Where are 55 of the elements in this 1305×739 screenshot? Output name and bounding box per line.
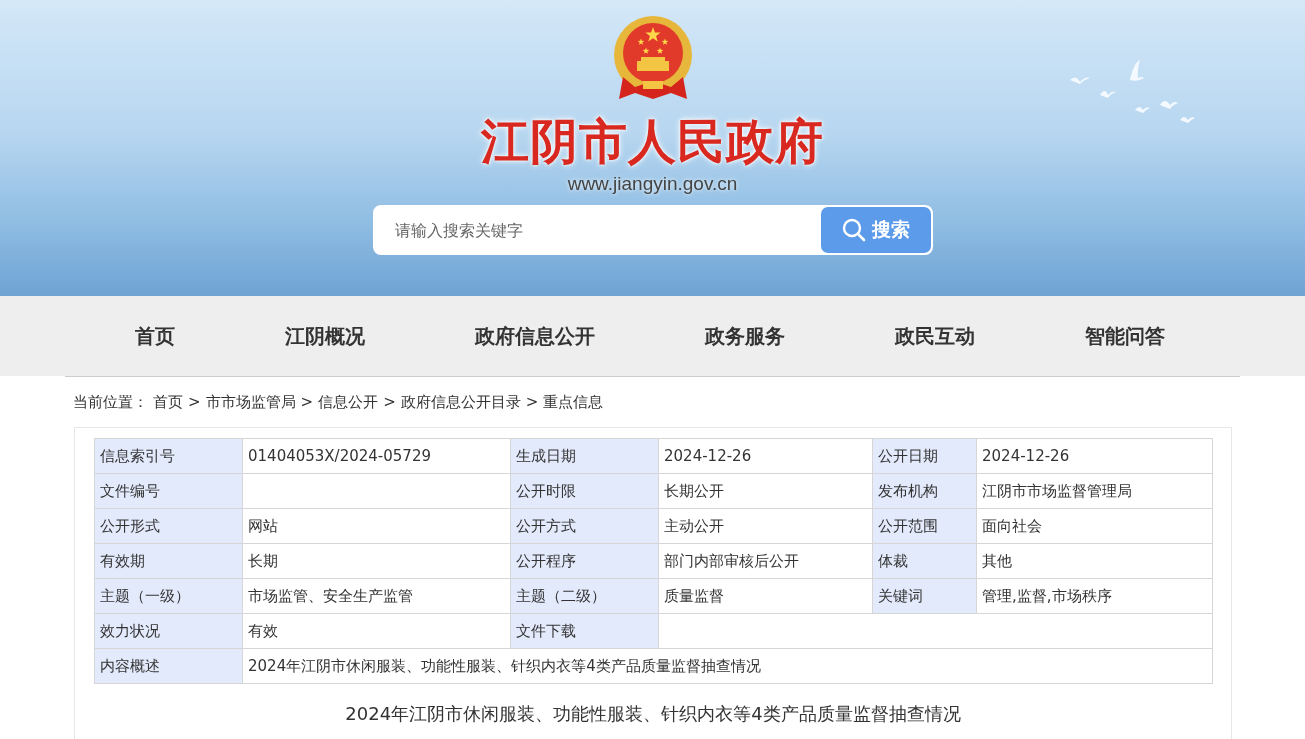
field-value: 有效 — [242, 613, 511, 649]
field-value: 部门内部审核后公开 — [658, 543, 873, 579]
field-label: 关键词 — [872, 578, 977, 614]
field-label: 有效期 — [94, 543, 243, 579]
search-icon — [841, 218, 866, 242]
breadcrumb-separator: > — [383, 393, 396, 411]
field-label: 信息索引号 — [94, 438, 243, 474]
nav-link[interactable]: 首页 — [135, 322, 175, 350]
field-value: 网站 — [242, 508, 511, 544]
field-label: 发布机构 — [872, 473, 977, 509]
breadcrumb-link[interactable]: 政府信息公开目录 — [400, 392, 521, 412]
field-label: 效力状况 — [94, 613, 243, 649]
field-label: 体裁 — [872, 543, 977, 579]
nav-link[interactable]: 江阴概况 — [285, 322, 365, 350]
site-title: 江阴市人民政府 — [481, 113, 824, 169]
breadcrumb-link[interactable]: 市市场监管局 — [205, 392, 296, 412]
field-value: 长期 — [242, 543, 511, 579]
breadcrumb-link[interactable]: 首页 — [153, 392, 183, 412]
breadcrumb-separator: > — [300, 393, 314, 411]
breadcrumb-link[interactable]: 重点信息 — [543, 392, 604, 412]
emblem-icon — [612, 15, 693, 101]
field-value: 2024年江阴市休闲服装、功能性服装、针织内衣等4类产品质量监督抽查情况 — [242, 648, 1213, 684]
field-label: 内容概述 — [94, 648, 243, 684]
field-value: 质量监督 — [658, 578, 873, 614]
field-value: 2024-12-26 — [658, 438, 873, 474]
field-label: 主题（二级） — [510, 578, 659, 614]
field-value: 2024-12-26 — [976, 438, 1213, 474]
nav-link[interactable]: 政务服务 — [705, 322, 785, 350]
field-label: 文件下载 — [510, 613, 659, 649]
field-label: 公开形式 — [94, 508, 243, 544]
field-value: 江阴市市场监督管理局 — [976, 473, 1213, 509]
breadcrumb-link[interactable]: 信息公开 — [318, 392, 379, 412]
field-label: 公开日期 — [872, 438, 977, 474]
field-label: 生成日期 — [510, 438, 659, 474]
field-value: 面向社会 — [976, 508, 1213, 544]
field-label: 公开方式 — [510, 508, 659, 544]
field-value: 主动公开 — [658, 508, 873, 544]
field-label: 公开时限 — [510, 473, 659, 509]
article-title: 2024年江阴市休闲服装、功能性服装、针织内衣等4类产品质量监督抽查情况 — [344, 702, 962, 726]
field-value: 长期公开 — [658, 473, 873, 509]
nav-link[interactable]: 智能问答 — [1085, 322, 1165, 350]
breadcrumb-separator: > — [525, 393, 539, 411]
site-url: www.jiangyin.gov.cn — [567, 173, 738, 195]
nav-link[interactable]: 政府信息公开 — [475, 322, 595, 350]
breadcrumb-separator: > — [188, 393, 201, 411]
field-value: 01404053X/2024-05729 — [242, 438, 511, 474]
nav-link[interactable]: 政民互动 — [895, 322, 975, 350]
breadcrumb-label: 当前位置： — [73, 392, 148, 412]
field-value: 管理,监督,市场秩序 — [976, 578, 1213, 614]
field-label: 公开范围 — [872, 508, 977, 544]
field-value: 市场监管、安全生产监管 — [242, 578, 511, 614]
field-value: 其他 — [976, 543, 1213, 579]
field-label: 公开程序 — [510, 543, 659, 579]
field-label: 文件编号 — [94, 473, 243, 509]
field-label: 主题（一级） — [94, 578, 243, 614]
